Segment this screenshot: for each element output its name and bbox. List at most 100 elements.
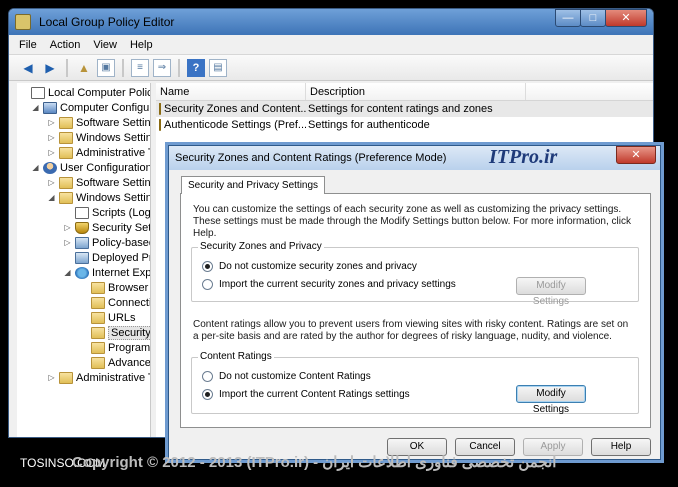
column-header-name[interactable]: Name [156, 83, 306, 100]
printer-icon [75, 251, 89, 264]
help-icon[interactable]: ? [187, 58, 205, 77]
radio-label: Import the current security zones and pr… [219, 279, 456, 290]
folder-icon [91, 311, 105, 324]
tab-panel: You can customize the settings of each s… [180, 193, 651, 428]
tree-label-selected: Security [108, 325, 150, 340]
user-icon [43, 161, 57, 174]
tree-node-browser-ui[interactable]: Browser U [79, 280, 150, 295]
security-zones-group-label: Security Zones and Privacy [198, 241, 324, 252]
toolbar-separator [178, 58, 180, 77]
close-button[interactable]: ✕ [605, 9, 647, 27]
export-list-icon[interactable]: ≡ [131, 58, 149, 77]
tree-node-user-software-settings[interactable]: ▷ Software Settings [47, 175, 150, 190]
list-item-description: Settings for content ratings and zones [308, 103, 493, 115]
copyright-text: Copyright © 2012 - 2013 (ITPro.ir) - انج… [72, 454, 557, 471]
radio-import-ratings[interactable]: Import the current Content Ratings setti… [202, 389, 410, 400]
folder-icon [59, 176, 73, 189]
radio-label: Do not customize security zones and priv… [219, 261, 417, 272]
console-tree: Local Computer Policy ◢ Computer Configur… [17, 83, 151, 437]
tree-node-administrative-templates[interactable]: ▷ Administrative T [47, 145, 151, 160]
tree-label: Deployed Prin [92, 251, 150, 264]
radio-unselected-icon [202, 371, 213, 382]
modify-settings-ratings-button[interactable]: Modify Settings [516, 385, 586, 415]
tab-security-and-privacy-settings[interactable]: Security and Privacy Settings [181, 176, 326, 194]
expand-icon[interactable]: ▷ [63, 238, 72, 247]
tree-node-programs[interactable]: Programs [79, 340, 151, 355]
dialog-title-bar[interactable]: Security Zones and Content Ratings (Pref… [169, 146, 660, 170]
menu-view[interactable]: View [93, 39, 117, 51]
modify-settings-zones-button[interactable]: Modify Settings [516, 277, 586, 307]
tree-node-security-settings[interactable]: ▷ Security Setti [63, 220, 151, 235]
content-ratings-group-label: Content Ratings [198, 351, 274, 362]
folder-icon [59, 191, 73, 204]
toolbar-separator [122, 58, 124, 77]
tree-label: Administrative Te [76, 371, 150, 384]
list-item-name: Authenticode Settings (Pref... [164, 119, 306, 131]
tree-node-policy-based-qos[interactable]: ▷ Policy-based [63, 235, 150, 250]
up-folder-icon[interactable]: ▲ [75, 59, 93, 77]
tree-label: Administrative T [76, 146, 151, 159]
title-bar[interactable]: Local Group Policy Editor — □ ✕ [9, 9, 653, 35]
expand-icon[interactable]: ▷ [47, 118, 56, 127]
tree-label: Security Setti [92, 221, 151, 234]
show-hide-tree-icon[interactable]: ▣ [97, 58, 115, 77]
tree-node-computer-configuration[interactable]: ◢ Computer Configura [31, 100, 150, 115]
expand-icon[interactable]: ▷ [63, 223, 72, 232]
radio-do-not-customize-ratings[interactable]: Do not customize Content Ratings [202, 371, 371, 382]
policy-icon [31, 86, 45, 99]
forward-icon[interactable]: ▶ [41, 59, 59, 77]
expand-icon[interactable]: ▷ [47, 148, 56, 157]
tree-node-deployed-printers[interactable]: Deployed Prin [63, 250, 150, 265]
collapse-icon[interactable]: ◢ [47, 193, 56, 202]
tree-node-user-windows-settings[interactable]: ◢ Windows Setting [47, 190, 150, 205]
tree-node-security[interactable]: Security [79, 325, 150, 340]
itpro-logo: ITPro.ir [489, 146, 558, 168]
maximize-button[interactable]: □ [580, 9, 606, 27]
column-header-description[interactable]: Description [306, 83, 526, 100]
collapse-icon[interactable]: ◢ [63, 268, 72, 277]
tree-node-urls[interactable]: URLs [79, 310, 136, 325]
list-item[interactable]: Authenticode Settings (Pref... Settings … [156, 117, 653, 133]
filter-icon[interactable]: ▤ [209, 58, 227, 77]
folder-icon [59, 131, 73, 144]
tree-label: Internet Explo [92, 266, 151, 279]
radio-import-zones[interactable]: Import the current security zones and pr… [202, 279, 456, 290]
folder-icon [91, 356, 105, 369]
folder-icon [91, 326, 105, 339]
menu-action[interactable]: Action [50, 39, 81, 51]
expand-icon[interactable]: ▷ [47, 178, 56, 187]
collapse-icon[interactable]: ◢ [31, 103, 40, 112]
list-item-description: Settings for authenticode [308, 119, 430, 131]
expand-icon[interactable]: ▷ [47, 373, 56, 382]
app-icon [15, 14, 31, 30]
tree-node-user-administrative-templates[interactable]: ▷ Administrative Te [47, 370, 150, 385]
tree-label: Programs [108, 341, 151, 354]
collapse-icon[interactable]: ◢ [31, 163, 40, 172]
list-header: Name Description [156, 83, 653, 101]
tree-node-software-settings[interactable]: ▷ Software Settings [47, 115, 150, 130]
folder-icon [59, 371, 73, 384]
tree-node-internet-explorer-maintenance[interactable]: ◢ Internet Explo [63, 265, 151, 280]
tree-node-scripts[interactable]: Scripts (Logo [63, 205, 150, 220]
internet-explorer-icon [75, 266, 89, 279]
expand-icon[interactable]: ▷ [47, 133, 56, 142]
minimize-button[interactable]: — [555, 9, 581, 27]
dialog-close-button[interactable]: ✕ [616, 146, 656, 164]
radio-do-not-customize-zones[interactable]: Do not customize security zones and priv… [202, 261, 417, 272]
ratings-text: Content ratings allow you to prevent use… [193, 319, 629, 342]
tree-node-connection[interactable]: Connectio [79, 295, 150, 310]
back-icon[interactable]: ◀ [19, 59, 37, 77]
radio-label: Do not customize Content Ratings [219, 371, 371, 382]
properties-icon[interactable]: ⇒ [153, 58, 171, 77]
menu-file[interactable]: File [19, 39, 37, 51]
tree-label: Advanced [108, 356, 151, 369]
tree-node-windows-settings[interactable]: ▷ Windows Setting [47, 130, 150, 145]
computer-icon [43, 101, 57, 114]
tree-node-user-configuration[interactable]: ◢ User Configuration [31, 160, 150, 175]
menu-help[interactable]: Help [130, 39, 153, 51]
tree-node-local-computer-policy[interactable]: Local Computer Policy [19, 85, 150, 100]
list-item[interactable]: Security Zones and Content... Settings f… [156, 101, 653, 117]
radio-label: Import the current Content Ratings setti… [219, 389, 410, 400]
tree-node-advanced[interactable]: Advanced [79, 355, 151, 370]
content-ratings-group: Content Ratings Do not customize Content… [191, 351, 639, 415]
